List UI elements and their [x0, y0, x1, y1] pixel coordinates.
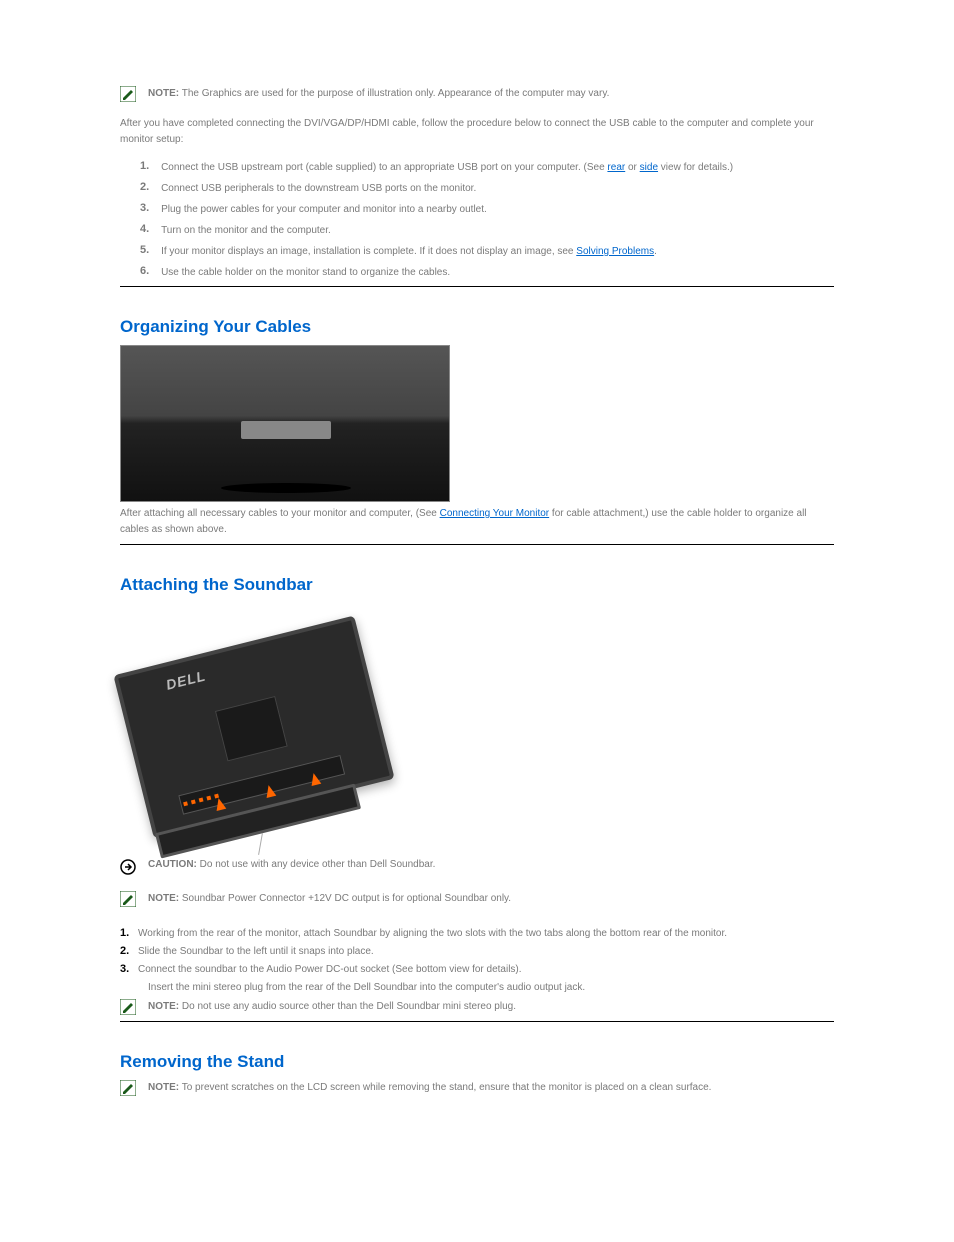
connecting-monitor-link[interactable]: Connecting Your Monitor — [440, 508, 550, 519]
step-3: 3. Plug the power cables for your comput… — [140, 202, 834, 217]
organizing-cables-heading: Organizing Your Cables — [120, 317, 834, 337]
rear-link[interactable]: rear — [607, 162, 625, 173]
soundbar-step-4: Insert the mini stereo plug from the rea… — [148, 981, 834, 993]
intro-text: After you have completed connecting the … — [120, 116, 834, 148]
note-soundbar-power: NOTE: Soundbar Power Connector +12V DC o… — [120, 891, 834, 907]
caution-row: CAUTION: Do not use with any device othe… — [120, 859, 834, 875]
soundbar-step-2: 2.Slide the Soundbar to the left until i… — [120, 945, 834, 957]
solving-problems-link[interactable]: Solving Problems — [576, 246, 654, 257]
dell-logo: DELL — [164, 667, 207, 692]
pencil-note-icon-4 — [120, 1080, 136, 1096]
organizing-cables-body: After attaching all necessary cables to … — [120, 506, 834, 538]
removing-stand-heading: Removing the Stand — [120, 1052, 834, 1072]
pencil-note-icon — [120, 86, 136, 102]
step-2: 2. Connect USB peripherals to the downst… — [140, 181, 834, 196]
soundbar-step-3: 3.Connect the soundbar to the Audio Powe… — [120, 963, 834, 975]
note-text: NOTE: The Graphics are used for the purp… — [148, 86, 834, 101]
section-divider-3 — [120, 1021, 834, 1022]
section-divider-2 — [120, 544, 834, 545]
section-divider — [120, 286, 834, 287]
notice-icon — [120, 859, 136, 875]
side-link[interactable]: side — [640, 162, 658, 173]
soundbar-step-1: 1.Working from the rear of the monitor, … — [120, 927, 834, 939]
pencil-note-icon-3 — [120, 999, 136, 1015]
step-4: 4. Turn on the monitor and the computer. — [140, 223, 834, 238]
cable-organization-image — [120, 345, 450, 502]
attaching-soundbar-heading: Attaching the Soundbar — [120, 575, 834, 595]
caution-text: Do not use with any device other than De… — [200, 859, 436, 870]
soundbar-attachment-image: DELL — [120, 603, 390, 853]
step-5: 5. If your monitor displays an image, in… — [140, 244, 834, 259]
note-scratch-prevention: NOTE: To prevent scratches on the LCD sc… — [120, 1080, 834, 1096]
note-audio-source: NOTE: Do not use any audio source other … — [120, 999, 834, 1015]
pencil-note-icon-2 — [120, 891, 136, 907]
note-graphics-illustration: NOTE: The Graphics are used for the purp… — [120, 86, 834, 102]
step-6: 6. Use the cable holder on the monitor s… — [140, 265, 834, 280]
step-1: 1. Connect the USB upstream port (cable … — [140, 160, 834, 175]
